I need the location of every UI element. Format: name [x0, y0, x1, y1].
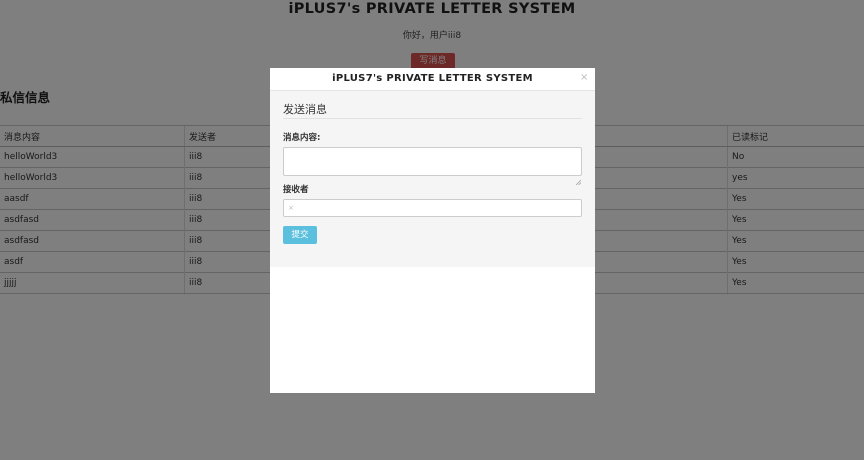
modal-header: iPLUS7's PRIVATE LETTER SYSTEM ×	[270, 68, 595, 91]
form-divider	[283, 118, 582, 119]
receiver-input[interactable]: ×	[283, 199, 582, 217]
receiver-clear-icon[interactable]: ×	[288, 204, 294, 212]
close-icon[interactable]: ×	[580, 72, 588, 83]
message-content-textarea[interactable]	[283, 147, 582, 176]
content-label: 消息内容:	[283, 133, 321, 143]
page: iPLUS7's PRIVATE LETTER SYSTEM 你好，用户iii8…	[0, 0, 864, 460]
form-heading: 发送消息	[283, 103, 327, 116]
submit-button[interactable]: 提交	[283, 226, 317, 244]
modal-title: iPLUS7's PRIVATE LETTER SYSTEM	[332, 73, 533, 84]
send-message-modal: iPLUS7's PRIVATE LETTER SYSTEM × 发送消息 消息…	[270, 68, 595, 393]
modal-body: 发送消息 消息内容: 接收者 × 提交	[270, 91, 595, 267]
receiver-label: 接收者	[283, 185, 309, 195]
resize-grip-icon[interactable]	[575, 170, 582, 186]
